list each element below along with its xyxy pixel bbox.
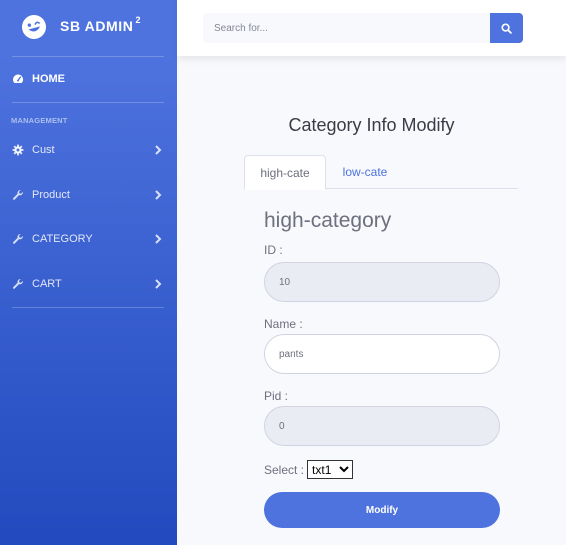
sidebar-divider [12, 307, 164, 308]
id-field[interactable] [264, 262, 500, 302]
brand-name: SB ADMIN 2 [60, 15, 142, 34]
sidebar-heading: MANAGEMENT [11, 116, 68, 125]
chevron-right-icon [155, 190, 162, 200]
modify-button[interactable]: Modify [264, 492, 500, 528]
name-label: Name : [264, 317, 303, 331]
topbar [177, 0, 566, 56]
select-label: Select : [264, 462, 305, 477]
page-title: Category Info Modify [288, 115, 455, 135]
chevron-right-icon [155, 234, 162, 244]
category-select[interactable]: txt1 [307, 460, 354, 479]
search-button[interactable] [490, 13, 523, 43]
search-input[interactable] [203, 13, 490, 43]
sidebar-item-cart[interactable]: CART [12, 274, 164, 294]
name-field[interactable] [264, 334, 500, 374]
sidebar-divider [12, 102, 164, 103]
sidebar-divider [12, 56, 164, 57]
sidebar-item-home[interactable]: HOME [12, 68, 65, 90]
search-icon [501, 22, 512, 34]
pid-field[interactable] [264, 406, 500, 446]
sidebar-item-cust[interactable]: Cust [12, 140, 164, 160]
form-heading: high-category [264, 209, 392, 232]
tab-low-cate[interactable]: low-cate [330, 155, 400, 189]
sidebar-item-label: Cust [32, 144, 55, 156]
sidebar-item-label: HOME [32, 73, 65, 85]
sidebar-item-product[interactable]: Product [12, 185, 164, 205]
id-label: ID : [264, 243, 283, 257]
brand-link[interactable]: SB ADMIN 2 [0, 0, 177, 56]
wrench-icon [12, 233, 24, 245]
tachometer-icon [12, 73, 24, 85]
sidebar-item-label: Product [32, 189, 70, 201]
laugh-wink-icon [22, 15, 46, 39]
chevron-right-icon [155, 279, 162, 289]
chevron-right-icon [155, 145, 162, 155]
tab-bar: high-cate low-cate [244, 155, 518, 190]
select-row: Select : txt1 [264, 460, 354, 479]
wrench-icon [12, 278, 24, 290]
wrench-icon [12, 189, 24, 201]
sidebar-item-label: CART [32, 278, 62, 290]
sidebar-item-category[interactable]: CATEGORY [12, 229, 164, 249]
gear-icon [12, 144, 24, 156]
tab-high-cate[interactable]: high-cate [244, 155, 326, 190]
pid-label: Pid : [264, 389, 289, 403]
sidebar: SB ADMIN 2 HOME MANAGEMENT Cust Product C… [0, 0, 177, 545]
sidebar-item-label: CATEGORY [32, 233, 93, 245]
